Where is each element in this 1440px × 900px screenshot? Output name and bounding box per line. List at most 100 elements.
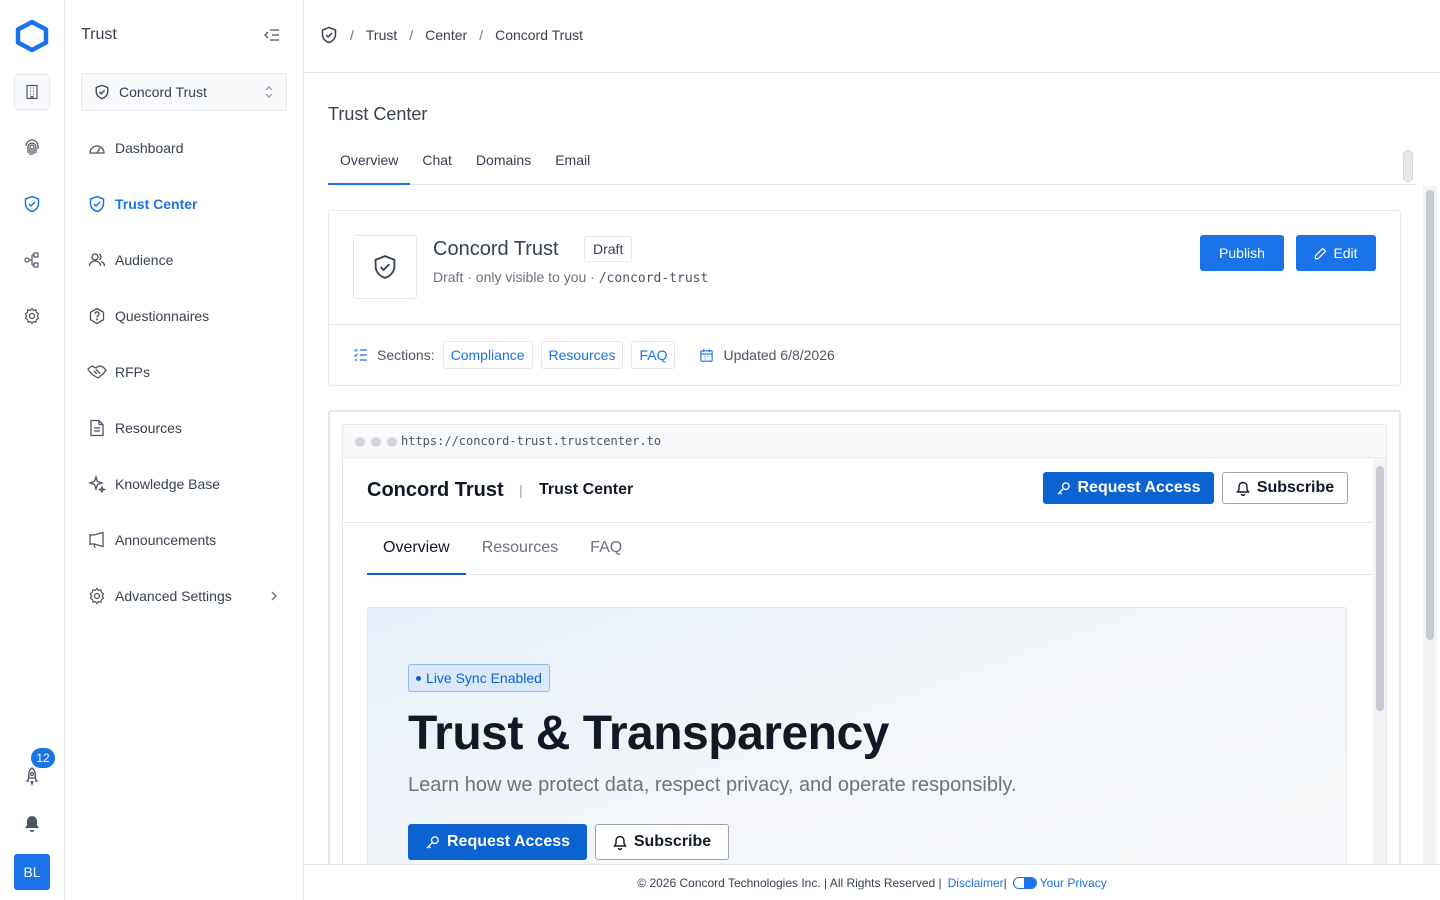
bell-icon: [613, 835, 627, 850]
breadcrumb-separator: /: [350, 27, 354, 43]
copyright-text: © 2026 Concord Technologies Inc. | All R…: [637, 875, 942, 890]
preview-brand: Concord Trust: [367, 479, 504, 501]
preview-header: Concord Trust | Trust Center Request Acc…: [343, 458, 1373, 523]
page-title: Trust Center: [328, 104, 428, 124]
preview-tabs: Overview Resources FAQ: [367, 523, 1373, 575]
status-dot: [416, 675, 421, 681]
browser-frame: https://concord-trust.trustcenter.to Con…: [342, 424, 1387, 888]
calendar-icon: [699, 348, 714, 363]
sidebar: Trust Concord Trust Dashboard Trust Cent…: [65, 0, 304, 900]
privacy-link[interactable]: Your Privacy: [1040, 876, 1107, 890]
building-icon[interactable]: [14, 74, 50, 110]
preview-scrollbar[interactable]: [1373, 458, 1386, 888]
breadcrumb: / Trust / Center / Concord Trust: [320, 26, 583, 44]
main-content: / Trust / Center / Concord Trust Trust C…: [304, 0, 1440, 900]
updated-date: Updated 6/8/2026: [723, 347, 835, 363]
sidebar-item-dashboard[interactable]: Dashboard: [87, 136, 184, 160]
disclaimer-link[interactable]: Disclaimer: [948, 876, 1004, 890]
sidebar-item-announcements[interactable]: Announcements: [87, 528, 216, 552]
main-scrollbar-thumb[interactable]: [1426, 190, 1434, 640]
sidebar-item-advanced-settings[interactable]: Advanced Settings: [87, 584, 232, 608]
workspace-name: Concord Trust: [119, 84, 207, 100]
chevron-right-icon[interactable]: [268, 588, 280, 609]
visibility-text: Draft · only visible to you ·: [433, 269, 599, 285]
window-dot: [387, 437, 397, 447]
shield-check-icon[interactable]: [320, 26, 338, 44]
live-sync-badge: Live Sync Enabled: [408, 664, 550, 692]
tabs-scrollbar[interactable]: [1403, 150, 1413, 182]
main-scrollbar[interactable]: [1423, 186, 1437, 866]
sidebar-item-audience[interactable]: Audience: [87, 248, 173, 272]
site-preview: https://concord-trust.trustcenter.to Con…: [328, 410, 1401, 890]
section-chip[interactable]: Resources: [540, 341, 624, 369]
shield-check-icon: [94, 84, 110, 100]
publish-button[interactable]: Publish: [1200, 235, 1284, 271]
subscribe-button[interactable]: Subscribe: [1222, 472, 1348, 504]
preview-tab-resources[interactable]: Resources: [466, 523, 574, 575]
request-access-label: Request Access: [1077, 479, 1201, 496]
sidebar-item-label: RFPs: [115, 364, 150, 380]
sparkle-icon: [87, 474, 107, 494]
collapse-sidebar-icon[interactable]: [263, 26, 281, 44]
shield-check-icon[interactable]: [14, 186, 50, 222]
tab-chat[interactable]: Chat: [410, 140, 464, 185]
workspace-selector[interactable]: Concord Trust: [81, 73, 287, 111]
sidebar-item-label: Dashboard: [115, 140, 184, 156]
trust-center-logo: [353, 235, 417, 299]
trust-center-subtitle: Draft · only visible to you · /concord-t…: [433, 269, 708, 286]
sidebar-item-knowledge-base[interactable]: Knowledge Base: [87, 472, 220, 496]
preview-tab-faq[interactable]: FAQ: [574, 523, 638, 575]
sidebar-item-label: Audience: [115, 252, 174, 268]
fingerprint-icon[interactable]: [14, 130, 50, 166]
sidebar-item-resources[interactable]: Resources: [87, 416, 182, 440]
hero-title: Trust & Transparency: [408, 707, 889, 760]
page-tabs: Overview Chat Domains Email: [328, 140, 1416, 185]
trust-center-card: Concord Trust Draft Draft · only visible…: [328, 210, 1401, 386]
window-dot: [355, 437, 365, 447]
section-chip[interactable]: Compliance: [442, 341, 533, 369]
sidebar-item-label: Resources: [115, 420, 182, 436]
chevron-up-down-icon: [264, 84, 274, 103]
handshake-icon: [87, 362, 107, 382]
brand-separator: |: [519, 482, 523, 498]
document-icon: [87, 418, 107, 438]
avatar[interactable]: BL: [14, 854, 50, 890]
section-chip[interactable]: FAQ: [631, 341, 676, 369]
request-access-button[interactable]: Request Access: [1043, 472, 1214, 504]
preview-tab-overview[interactable]: Overview: [367, 523, 466, 575]
sidebar-item-questionnaires[interactable]: Questionnaires: [87, 304, 209, 328]
breadcrumb-current: Concord Trust: [495, 27, 584, 43]
edit-button-label: Edit: [1333, 245, 1358, 261]
tab-overview[interactable]: Overview: [328, 140, 411, 185]
app-logo-icon[interactable]: [14, 19, 50, 53]
bell-icon: [1236, 481, 1250, 496]
gear-icon[interactable]: [14, 298, 50, 334]
gauge-icon: [87, 138, 107, 158]
hero-request-access-button[interactable]: Request Access: [408, 824, 587, 860]
megaphone-icon: [87, 530, 107, 550]
sidebar-item-label: Knowledge Base: [115, 476, 221, 492]
sidebar-item-rfps[interactable]: RFPs: [87, 360, 150, 384]
privacy-toggle-icon: [1012, 876, 1037, 889]
tab-domains[interactable]: Domains: [464, 140, 543, 185]
tab-email[interactable]: Email: [543, 140, 602, 185]
shield-check-icon: [87, 194, 107, 214]
pencil-icon: [1314, 247, 1327, 260]
slug-text: /concord-trust: [598, 271, 709, 286]
breadcrumb-separator: /: [479, 27, 484, 43]
workflow-icon[interactable]: [14, 242, 50, 278]
window-dot: [371, 437, 381, 447]
breadcrumb-separator: /: [409, 27, 414, 43]
breadcrumb-link[interactable]: Center: [425, 27, 467, 43]
card-divider: [329, 324, 1400, 325]
sidebar-item-label: Trust Center: [115, 196, 198, 212]
edit-button[interactable]: Edit: [1296, 235, 1376, 271]
hero-subscribe-button[interactable]: Subscribe: [595, 824, 729, 860]
sidebar-item-trust-center[interactable]: Trust Center: [87, 192, 197, 216]
breadcrumb-link[interactable]: Trust: [366, 27, 397, 43]
question-icon: [87, 306, 107, 326]
gear-icon: [87, 586, 107, 606]
sidebar-item-label: Advanced Settings: [115, 588, 232, 604]
preview-scrollbar-thumb[interactable]: [1376, 466, 1384, 711]
bell-icon[interactable]: [14, 806, 50, 842]
